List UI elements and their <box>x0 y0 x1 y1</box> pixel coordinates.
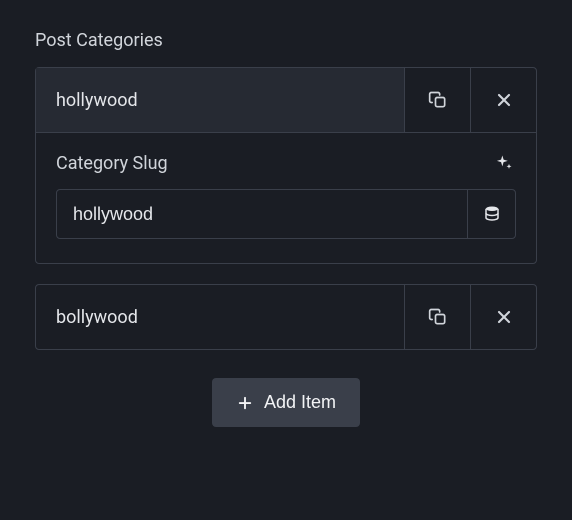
remove-button[interactable] <box>470 68 536 132</box>
slug-input[interactable] <box>57 190 467 238</box>
duplicate-button[interactable] <box>404 68 470 132</box>
category-item: bollywood <box>35 284 537 350</box>
category-item-header[interactable]: bollywood <box>36 285 536 349</box>
category-item-body: Category Slug <box>36 132 536 263</box>
section-label: Post Categories <box>35 30 537 51</box>
category-item-title: bollywood <box>36 285 404 349</box>
add-item-label: Add Item <box>264 392 336 413</box>
dynamic-data-button[interactable] <box>467 190 515 238</box>
field-label: Category Slug <box>56 153 168 174</box>
database-icon <box>483 205 501 223</box>
copy-icon <box>428 90 448 110</box>
category-item-title: hollywood <box>36 68 404 132</box>
copy-icon <box>428 307 448 327</box>
add-item-button[interactable]: Add Item <box>212 378 360 427</box>
close-icon <box>494 307 514 327</box>
remove-button[interactable] <box>470 285 536 349</box>
ai-generate-button[interactable] <box>492 151 516 175</box>
sparkle-icon <box>494 153 514 173</box>
close-icon <box>494 90 514 110</box>
duplicate-button[interactable] <box>404 285 470 349</box>
category-item-header[interactable]: hollywood <box>36 68 536 132</box>
slug-input-wrap <box>56 189 516 239</box>
category-item: hollywood Category Slug <box>35 67 537 264</box>
plus-icon <box>236 394 254 412</box>
